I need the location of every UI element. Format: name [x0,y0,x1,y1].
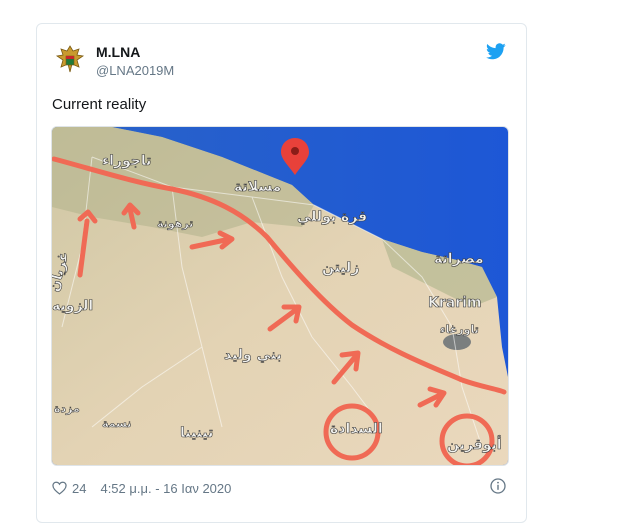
tweet-timestamp[interactable]: 4:52 μ.μ. - 16 Ιαν 2020 [100,481,231,496]
eagle-emblem-avatar[interactable] [53,42,87,76]
map-label-tawergha: تاورغاء [440,323,479,336]
map-label-abugrein: أبوقرين [447,435,502,453]
map-label-karim: Krarim [428,295,482,311]
map-label-misrata: مصراتة [434,251,484,267]
map-label-zawiya: الزويه [52,298,93,314]
map-label-zliten: زليتن [322,260,359,276]
tweet-footer: 24 4:52 μ.μ. - 16 Ιαν 2020 [52,478,231,498]
twitter-bird-icon[interactable] [486,43,506,60]
info-icon[interactable] [490,478,506,494]
author-handle[interactable]: @LNA2019M [96,63,174,78]
tweet-card[interactable]: M.LNA @LNA2019M Current reality تاجوراء … [36,23,527,523]
map-label-garabulli: قرة بوللي [297,209,367,225]
salt-flat [443,334,471,350]
tweet-image-map[interactable]: تاجوراء مسلاتة قرة بوللي ترهونة مصراتة ز… [51,126,509,466]
author-name[interactable]: M.LNA [96,44,140,60]
map-label-tajoura: تاجوراء [102,153,151,169]
map-label-mizda: مزدة [54,402,80,415]
map-label-bani-walid: بني وليد [224,347,282,363]
map-label-nesma: نسمة [102,417,131,430]
map-label-sadada: السدادة [330,421,383,437]
map-label-msallata: مسلاتة [234,179,281,195]
map-label-tarhuna: ترهونة [157,217,193,230]
map-label-tinnina: تينينا [180,425,213,441]
like-count[interactable]: 24 [72,481,86,496]
tweet-text: Current reality [52,96,147,113]
map-image: تاجوراء مسلاتة قرة بوللي ترهونة مصراتة ز… [52,127,508,465]
heart-icon[interactable] [52,481,67,495]
